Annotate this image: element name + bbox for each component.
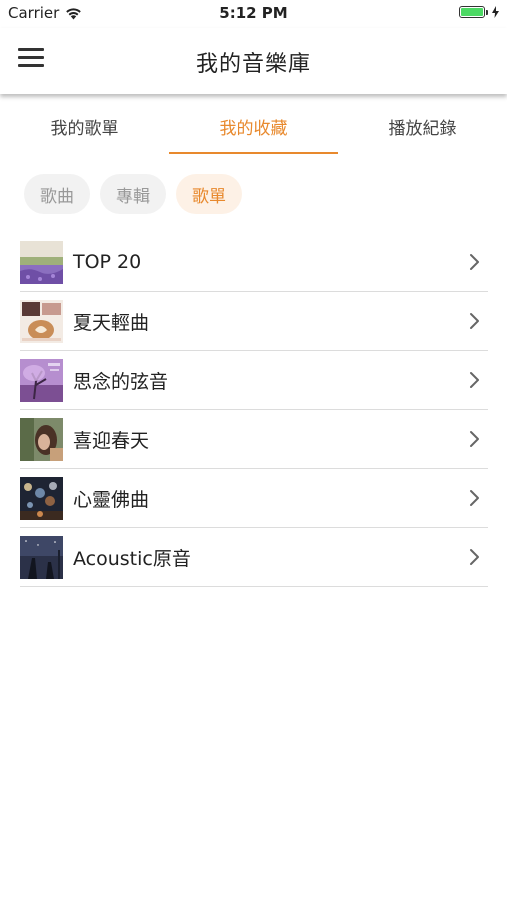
playlist-row-spring[interactable]: 喜迎春天 [20, 410, 488, 469]
navigation-bar: 我的音樂庫 [0, 28, 507, 94]
battery-fill [461, 8, 483, 16]
tab-my-playlists[interactable]: 我的歌單 [0, 94, 169, 156]
filter-chips: 歌曲 專輯 歌單 [24, 174, 242, 214]
playlist-row-buddhist[interactable]: 心靈佛曲 [20, 469, 488, 528]
tab-my-favorites[interactable]: 我的收藏 [169, 94, 338, 156]
battery-status [459, 6, 499, 18]
playlist-title: TOP 20 [73, 251, 142, 273]
playlist-row-acoustic[interactable]: Acoustic原音 [20, 528, 488, 587]
battery-icon [459, 6, 488, 18]
playlist-cover-girl-portrait [20, 417, 63, 461]
playlist-cover-bokeh-lights [20, 476, 63, 520]
playlist-cover-purple-tree [20, 358, 63, 402]
chip-songs[interactable]: 歌曲 [24, 174, 90, 214]
playlist-title: 思念的弦音 [73, 370, 169, 393]
chevron-right-icon [470, 372, 479, 388]
playlist-list: TOP 20 夏天輕曲 思念的弦音 喜迎春天 心靈佛曲 Acoustic原音 [20, 233, 488, 587]
playlist-cover-night-sky [20, 535, 63, 579]
playlist-row-summer[interactable]: 夏天輕曲 [20, 292, 488, 351]
playlist-cover-coffee-latte [20, 299, 63, 343]
playlist-cover-lavender-field [20, 240, 63, 284]
chevron-right-icon [470, 490, 479, 506]
playlist-title: Acoustic原音 [73, 547, 191, 570]
chevron-right-icon [470, 254, 479, 270]
chevron-right-icon [470, 313, 479, 329]
status-bar: Carrier 5:12 PM [0, 0, 507, 28]
playlist-title: 心靈佛曲 [73, 488, 150, 511]
status-time: 5:12 PM [219, 4, 288, 22]
playlist-row-top20[interactable]: TOP 20 [20, 233, 488, 292]
playlist-title: 喜迎春天 [73, 429, 150, 452]
playlist-title: 夏天輕曲 [73, 311, 150, 334]
library-tabs: 我的歌單 我的收藏 播放紀錄 [0, 94, 507, 156]
page-title: 我的音樂庫 [195, 52, 311, 77]
charging-bolt-icon [492, 6, 499, 18]
playlist-row-longing[interactable]: 思念的弦音 [20, 351, 488, 410]
chip-albums[interactable]: 專輯 [100, 174, 166, 214]
chevron-right-icon [470, 431, 479, 447]
chip-playlists[interactable]: 歌單 [176, 174, 242, 214]
chevron-right-icon [470, 549, 479, 565]
tab-play-history[interactable]: 播放紀錄 [338, 94, 507, 156]
